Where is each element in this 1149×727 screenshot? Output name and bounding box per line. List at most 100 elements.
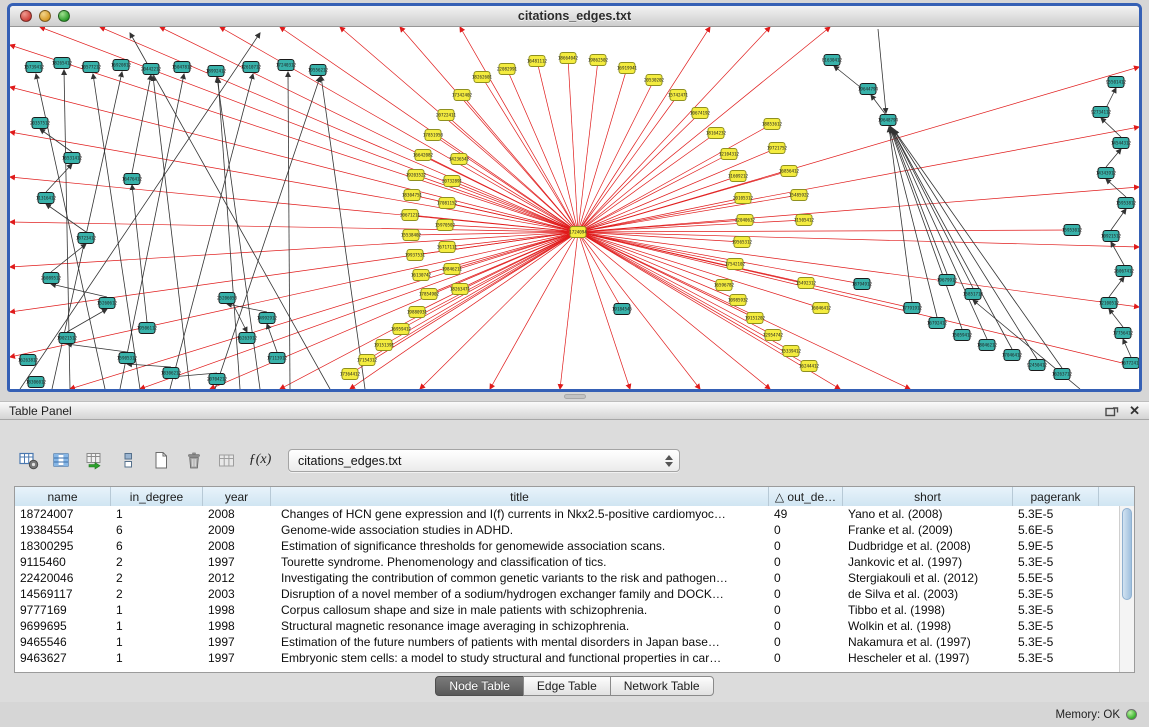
graph-node[interactable]: 15339412	[781, 346, 802, 357]
graph-node[interactable]: 15970502	[435, 220, 456, 231]
graph-node[interactable]: 16130742	[411, 270, 432, 281]
close-window-icon[interactable]	[20, 10, 32, 22]
graph-node[interactable]: 20732891	[442, 176, 463, 187]
table-mode-icon[interactable]	[115, 448, 141, 472]
column-header-title[interactable]: title	[271, 487, 769, 506]
graph-node[interactable]: 18992412	[206, 66, 227, 77]
graph-node[interactable]: 20442212	[141, 64, 162, 75]
tab-edge-table[interactable]: Edge Table	[523, 676, 611, 696]
table-row[interactable]: 1872400712008Changes of HCN gene express…	[15, 506, 1119, 522]
table-row[interactable]: 946554611997Estimation of the future num…	[15, 634, 1119, 650]
graph-node[interactable]: 15492312	[796, 278, 817, 289]
table-row[interactable]: 1938455462009Genome-wide association stu…	[15, 522, 1119, 538]
table-row[interactable]: 2242004622012Investigating the contribut…	[15, 570, 1119, 586]
graph-node[interactable]: 12610712	[241, 62, 262, 73]
table-row[interactable]: 946362711997Embryonic stem cells: a mode…	[15, 650, 1119, 666]
table-scrollbar-thumb[interactable]	[1122, 508, 1132, 600]
graph-node[interactable]: 17113912	[267, 353, 288, 364]
table-row[interactable]: 977716911998Corpus callosum shape and si…	[15, 602, 1119, 618]
graph-node[interactable]: 17756412	[1113, 328, 1134, 339]
graph-node[interactable]: 30671211	[400, 210, 421, 221]
graph-node[interactable]: 95501412	[1106, 77, 1127, 88]
graph-node[interactable]: 19937531	[405, 250, 426, 261]
graph-node[interactable]: 11316412	[36, 193, 57, 204]
graph-node[interactable]: 11505412	[794, 215, 815, 226]
graph-node[interactable]: 15538402	[401, 230, 422, 241]
window-titlebar[interactable]: citations_edges.txt	[10, 6, 1139, 27]
graph-node[interactable]: 17851950	[423, 130, 444, 141]
graph-node[interactable]: 22082991	[497, 64, 518, 75]
graph-node[interactable]: 19151202	[745, 313, 766, 324]
graph-node[interactable]: 16792412	[927, 318, 948, 329]
tab-node-table[interactable]: Node Table	[435, 676, 524, 696]
column-header-year[interactable]: year	[203, 487, 271, 506]
delete-table-icon[interactable]	[181, 448, 207, 472]
graph-node[interactable]: 16772412	[1121, 358, 1139, 369]
graph-node[interactable]: 18794912	[852, 279, 873, 290]
graph-node[interactable]: 16263712	[1052, 369, 1073, 380]
graph-node[interactable]: 19846211	[442, 264, 463, 275]
graph-node[interactable]: 15742471	[668, 90, 689, 101]
graph-node[interactable]: 18304751	[402, 190, 423, 201]
graph-node[interactable]: 17791912	[902, 303, 923, 314]
graph-node[interactable]: 15059412	[952, 330, 973, 341]
table-scrollbar[interactable]	[1119, 506, 1134, 672]
graph-node[interactable]: 20704212	[207, 374, 228, 385]
graph-node[interactable]: 18164232	[706, 128, 727, 139]
graph-node[interactable]: 15905312	[117, 353, 138, 364]
graph-node[interactable]: 17542102	[725, 259, 746, 270]
table-row[interactable]: 911546021997Tourette syndrome. Phenomeno…	[15, 554, 1119, 570]
graph-node[interactable]: 16919941	[617, 63, 638, 74]
graph-node[interactable]: 10674192	[690, 108, 711, 119]
graph-node[interactable]: 81630412	[822, 55, 843, 66]
graph-node[interactable]: 18265412	[52, 58, 73, 69]
graph-node[interactable]: 16263912	[237, 333, 258, 344]
graph-node[interactable]: 19862502	[588, 55, 609, 66]
column-header-name[interactable]: name	[15, 487, 111, 506]
close-panel-icon[interactable]: ✕	[1129, 405, 1140, 417]
graph-node[interactable]: 18853612	[762, 119, 783, 130]
graph-node[interactable]: 15485922	[789, 190, 810, 201]
graph-node[interactable]: 15953012	[1062, 225, 1083, 236]
graph-node[interactable]: 10921512	[1101, 231, 1122, 242]
graph-node[interactable]: 19648794	[878, 115, 899, 126]
graph-node[interactable]: 12954742	[763, 330, 784, 341]
table-settings-icon[interactable]	[16, 448, 42, 472]
graph-node[interactable]: 25206050	[217, 293, 238, 304]
graph-node[interactable]: 16959412	[391, 324, 412, 335]
graph-node[interactable]: 16046412	[811, 303, 832, 314]
graph-node[interactable]: 19721752	[767, 143, 788, 154]
import-column-icon[interactable]	[82, 448, 108, 472]
graph-node[interactable]: 19151391	[374, 340, 395, 351]
graph-node[interactable]: 92734112	[1091, 107, 1112, 118]
graph-node[interactable]: 16244412	[799, 361, 820, 372]
graph-node[interactable]: 15851712	[963, 289, 984, 300]
graph-node[interactable]: 10985932	[728, 295, 749, 306]
graph-node[interactable]: 1724094	[569, 227, 587, 238]
column-header-short[interactable]: short	[843, 487, 1013, 506]
graph-node[interactable]: 16476412	[122, 174, 143, 185]
float-panel-icon[interactable]	[1105, 405, 1119, 417]
graph-node[interactable]: 19880931	[407, 307, 428, 318]
column-header-in-degree[interactable]: in_degree	[111, 487, 203, 506]
graph-node[interactable]: 10577212	[81, 62, 102, 73]
graph-node[interactable]: 14343912	[1096, 168, 1117, 179]
graph-node[interactable]: 15260612	[97, 298, 118, 309]
graph-node[interactable]: 12104312	[719, 149, 740, 160]
graph-node[interactable]: 15739412	[24, 62, 45, 73]
export-table-icon[interactable]	[214, 448, 240, 472]
graph-node[interactable]: 17854902	[419, 289, 440, 300]
function-builder-icon[interactable]: ƒ(x)	[247, 448, 273, 472]
graph-node[interactable]: 19556212	[308, 65, 329, 76]
graph-node[interactable]: 14236542	[449, 154, 470, 165]
graph-node[interactable]: 18664042	[558, 53, 579, 64]
tab-network-table[interactable]: Network Table	[610, 676, 714, 696]
graph-node[interactable]: 19506112	[137, 323, 158, 334]
graph-node[interactable]: 16856412	[779, 166, 800, 177]
graph-node[interactable]: 19644794	[858, 84, 879, 95]
graph-node[interactable]: 26067412	[1114, 266, 1135, 277]
graph-node[interactable]: 16920812	[111, 60, 132, 71]
graph-node[interactable]: 17364412	[340, 369, 361, 380]
graph-node[interactable]: 19184545	[612, 304, 633, 315]
graph-node[interactable]: 36717111	[437, 242, 458, 253]
